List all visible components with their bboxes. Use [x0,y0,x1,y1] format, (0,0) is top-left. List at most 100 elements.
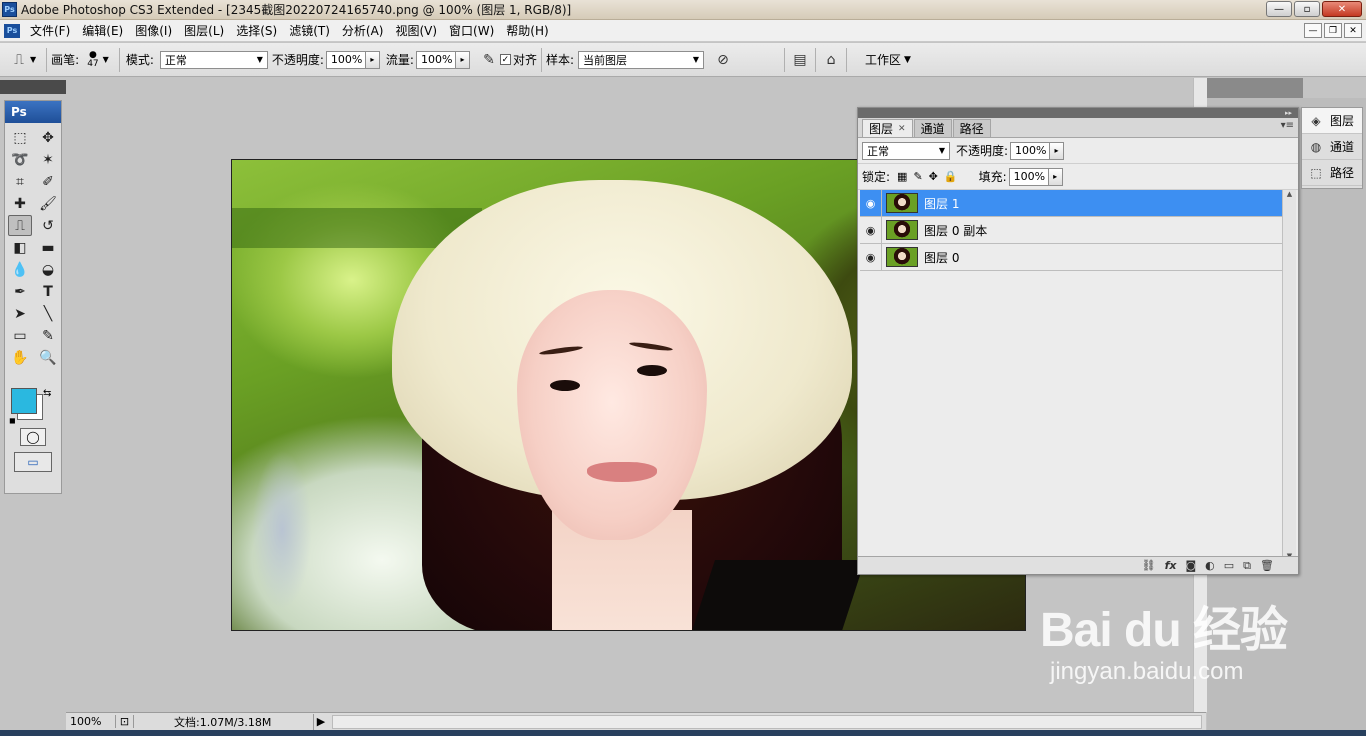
gradient-tool-icon[interactable]: ▬ [36,237,60,258]
menu-view[interactable]: 视图(V) [389,22,443,39]
close-button[interactable]: ✕ [1322,1,1362,17]
align-checkbox[interactable]: ✓ [499,54,511,65]
airbrush-icon[interactable]: ✎ [478,49,500,71]
dock-item-layers[interactable]: ◈ 图层 [1302,108,1362,134]
menu-layer[interactable]: 图层(L) [178,22,230,39]
workspace-menu[interactable]: 工作区 [865,51,901,68]
eyedropper-tool-icon[interactable]: ✎ [36,325,60,346]
horizontal-scrollbar[interactable] [332,714,1202,729]
delete-layer-icon[interactable]: 🗑 [1260,559,1274,572]
layer-row[interactable]: ◉ 图层 0 [860,243,1282,271]
layer-opacity-input[interactable]: 100% [1010,141,1051,160]
fill-slider-button[interactable]: ▸ [1048,167,1063,186]
lock-pixels-icon[interactable]: ✎ [913,170,922,183]
menu-window[interactable]: 窗口(W) [443,22,500,39]
menu-file[interactable]: 文件(F) [24,22,76,39]
zoom-level[interactable]: 100% [66,715,116,728]
palette-well-icon[interactable]: ▤ [789,49,811,71]
tab-layers[interactable]: 图层 ✕ [862,119,913,137]
doc-minimize-button[interactable]: — [1304,23,1322,38]
lasso-tool-icon[interactable]: ➰ [8,149,32,170]
workspace-caret-icon[interactable]: ▼ [904,55,911,65]
brush-caret-icon[interactable]: ▼ [103,55,109,64]
layer-name[interactable]: 图层 0 [924,249,959,266]
brush-preset-picker[interactable]: ● 47 [87,50,98,69]
layer-name[interactable]: 图层 1 [924,195,959,212]
menu-filter[interactable]: 滤镜(T) [283,22,336,39]
line-tool-icon[interactable]: ╲ [36,303,60,324]
doc-close-button[interactable]: ✕ [1344,23,1362,38]
status-menu-arrow-icon[interactable]: ▶ [314,715,328,728]
sample-select[interactable]: 当前图层 ▼ [578,50,705,69]
clone-stamp-tool-icon[interactable]: ⎍ [8,49,30,71]
screen-mode-icon[interactable]: ▭ [14,452,52,472]
layer-name[interactable]: 图层 0 副本 [924,222,987,239]
lock-position-icon[interactable]: ✥ [929,170,938,183]
brush-tool-icon[interactable]: 🖌 [36,193,60,214]
marquee-tool-icon[interactable]: ⬚ [8,127,32,148]
tool-preset-caret-icon[interactable]: ▼ [30,55,36,64]
magic-wand-tool-icon[interactable]: ✶ [36,149,60,170]
dock-item-paths[interactable]: ⬚ 路径 [1302,160,1362,186]
maximize-button[interactable]: ▫ [1294,1,1320,17]
dock-item-channels[interactable]: ◍ 通道 [1302,134,1362,160]
slice-tool-icon[interactable]: ✐ [36,171,60,192]
layer-opacity-slider-button[interactable]: ▸ [1050,141,1065,160]
healing-brush-tool-icon[interactable]: ✚ [8,193,32,214]
visibility-eye-icon[interactable]: ◉ [860,216,882,244]
ignore-adjustment-layers-icon[interactable]: ⊘ [712,49,734,71]
close-icon[interactable]: ✕ [898,124,906,134]
layer-row[interactable]: ◉ 图层 0 副本 [860,216,1282,244]
new-layer-icon[interactable]: ⧉ [1243,559,1251,573]
new-group-icon[interactable]: ▭ [1224,559,1234,572]
adjustment-layer-icon[interactable]: ◐ [1205,559,1215,572]
menu-image[interactable]: 图像(I) [129,22,178,39]
history-brush-tool-icon[interactable]: ↺ [36,215,60,236]
status-preview-icon[interactable]: ⊡ [116,715,134,728]
scroll-up-icon[interactable]: ▲ [1287,190,1292,198]
foreground-color-swatch[interactable] [11,388,37,414]
default-colors-icon[interactable]: ◼ [9,416,16,425]
opacity-slider-button[interactable]: ▸ [365,50,380,69]
move-tool-icon[interactable]: ✥ [36,127,60,148]
layer-style-icon[interactable]: fx [1165,559,1177,572]
minimize-button[interactable]: — [1266,1,1292,17]
dock-header-strip[interactable] [1207,78,1303,98]
panel-menu-icon[interactable]: ▾≡ [1281,120,1294,131]
toolbox-header-strip[interactable] [0,80,66,94]
menu-edit[interactable]: 编辑(E) [76,22,129,39]
menu-select[interactable]: 选择(S) [230,22,283,39]
layer-row[interactable]: ◉ 图层 1 [860,189,1282,217]
hand-tool-icon[interactable]: ✋ [8,347,32,368]
bridge-icon[interactable]: ⌂ [820,49,842,71]
pen-tool-icon[interactable]: ✒ [8,281,32,302]
visibility-eye-icon[interactable]: ◉ [860,243,882,271]
lock-all-icon[interactable]: 🔒 [944,170,958,183]
opacity-input[interactable]: 100% [325,50,366,69]
dodge-tool-icon[interactable]: ◒ [36,259,60,280]
menu-help[interactable]: 帮助(H) [500,22,554,39]
flow-input[interactable]: 100% [415,50,456,69]
link-layers-icon[interactable]: ⛓ [1142,559,1156,572]
blur-tool-icon[interactable]: 💧 [8,259,32,280]
visibility-eye-icon[interactable]: ◉ [860,189,882,217]
tab-channels[interactable]: 通道 [913,119,952,137]
fill-input[interactable]: 100% [1008,167,1049,186]
menu-analysis[interactable]: 分析(A) [336,22,390,39]
blend-mode-select[interactable]: 正常 ▼ [862,141,950,160]
crop-tool-icon[interactable]: ⌗ [8,171,32,192]
lock-transparency-icon[interactable]: ▦ [897,170,907,183]
mode-select[interactable]: 正常 ▼ [159,50,268,69]
doc-restore-button[interactable]: ❐ [1324,23,1342,38]
layers-scrollbar[interactable]: ▲ ▼ [1282,190,1296,560]
path-selection-tool-icon[interactable]: ➤ [8,303,32,324]
notes-tool-icon[interactable]: ▭ [8,325,32,346]
layer-mask-icon[interactable]: ◙ [1185,559,1196,572]
quick-mask-icon[interactable]: ◯ [20,428,46,446]
clone-stamp-tool-icon[interactable]: ⎍ [8,215,32,236]
document-icon[interactable]: Ps [4,23,20,38]
flow-slider-button[interactable]: ▸ [455,50,470,69]
eraser-tool-icon[interactable]: ◧ [8,237,32,258]
type-tool-icon[interactable]: T [36,281,60,302]
swap-colors-icon[interactable]: ⇆ [43,388,51,399]
